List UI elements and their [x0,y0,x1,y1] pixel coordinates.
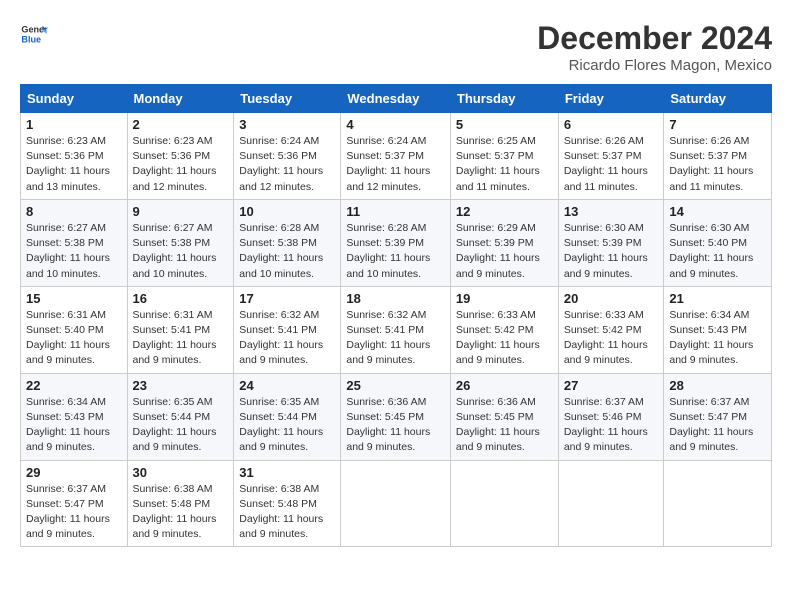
table-row: 1Sunrise: 6:23 AMSunset: 5:36 PMDaylight… [21,113,128,200]
table-row: 15Sunrise: 6:31 AMSunset: 5:40 PMDayligh… [21,286,128,373]
table-row: 5Sunrise: 6:25 AMSunset: 5:37 PMDaylight… [450,113,558,200]
table-row: 4Sunrise: 6:24 AMSunset: 5:37 PMDaylight… [341,113,451,200]
table-row: 2Sunrise: 6:23 AMSunset: 5:36 PMDaylight… [127,113,234,200]
table-row: 13Sunrise: 6:30 AMSunset: 5:39 PMDayligh… [558,199,664,286]
page-subtitle: Ricardo Flores Magon, Mexico [537,57,772,74]
table-row: 6Sunrise: 6:26 AMSunset: 5:37 PMDaylight… [558,113,664,200]
page-title: December 2024 [537,20,772,57]
table-row: 16Sunrise: 6:31 AMSunset: 5:41 PMDayligh… [127,286,234,373]
col-wednesday: Wednesday [341,85,451,113]
table-row: 24Sunrise: 6:35 AMSunset: 5:44 PMDayligh… [234,373,341,460]
table-row [341,460,451,547]
col-tuesday: Tuesday [234,85,341,113]
title-area: December 2024 Ricardo Flores Magon, Mexi… [537,20,772,74]
calendar-table: Sunday Monday Tuesday Wednesday Thursday… [20,84,772,547]
col-monday: Monday [127,85,234,113]
table-row: 21Sunrise: 6:34 AMSunset: 5:43 PMDayligh… [664,286,772,373]
table-row: 28Sunrise: 6:37 AMSunset: 5:47 PMDayligh… [664,373,772,460]
table-row [558,460,664,547]
table-row: 23Sunrise: 6:35 AMSunset: 5:44 PMDayligh… [127,373,234,460]
page-header: General Blue December 2024 Ricardo Flore… [20,20,772,74]
svg-text:Blue: Blue [21,34,41,44]
calendar-week-row: 15Sunrise: 6:31 AMSunset: 5:40 PMDayligh… [21,286,772,373]
table-row: 3Sunrise: 6:24 AMSunset: 5:36 PMDaylight… [234,113,341,200]
table-row: 22Sunrise: 6:34 AMSunset: 5:43 PMDayligh… [21,373,128,460]
col-saturday: Saturday [664,85,772,113]
col-friday: Friday [558,85,664,113]
table-row: 14Sunrise: 6:30 AMSunset: 5:40 PMDayligh… [664,199,772,286]
calendar-header-row: Sunday Monday Tuesday Wednesday Thursday… [21,85,772,113]
table-row: 30Sunrise: 6:38 AMSunset: 5:48 PMDayligh… [127,460,234,547]
calendar-week-row: 8Sunrise: 6:27 AMSunset: 5:38 PMDaylight… [21,199,772,286]
logo: General Blue [20,20,48,48]
table-row: 31Sunrise: 6:38 AMSunset: 5:48 PMDayligh… [234,460,341,547]
table-row: 20Sunrise: 6:33 AMSunset: 5:42 PMDayligh… [558,286,664,373]
table-row: 29Sunrise: 6:37 AMSunset: 5:47 PMDayligh… [21,460,128,547]
table-row: 19Sunrise: 6:33 AMSunset: 5:42 PMDayligh… [450,286,558,373]
col-thursday: Thursday [450,85,558,113]
table-row: 27Sunrise: 6:37 AMSunset: 5:46 PMDayligh… [558,373,664,460]
logo-icon: General Blue [20,20,48,48]
table-row: 18Sunrise: 6:32 AMSunset: 5:41 PMDayligh… [341,286,451,373]
table-row: 7Sunrise: 6:26 AMSunset: 5:37 PMDaylight… [664,113,772,200]
table-row: 12Sunrise: 6:29 AMSunset: 5:39 PMDayligh… [450,199,558,286]
calendar-week-row: 1Sunrise: 6:23 AMSunset: 5:36 PMDaylight… [21,113,772,200]
calendar-week-row: 29Sunrise: 6:37 AMSunset: 5:47 PMDayligh… [21,460,772,547]
table-row: 8Sunrise: 6:27 AMSunset: 5:38 PMDaylight… [21,199,128,286]
col-sunday: Sunday [21,85,128,113]
table-row: 25Sunrise: 6:36 AMSunset: 5:45 PMDayligh… [341,373,451,460]
table-row: 17Sunrise: 6:32 AMSunset: 5:41 PMDayligh… [234,286,341,373]
table-row: 26Sunrise: 6:36 AMSunset: 5:45 PMDayligh… [450,373,558,460]
calendar-week-row: 22Sunrise: 6:34 AMSunset: 5:43 PMDayligh… [21,373,772,460]
table-row [664,460,772,547]
table-row: 9Sunrise: 6:27 AMSunset: 5:38 PMDaylight… [127,199,234,286]
table-row: 10Sunrise: 6:28 AMSunset: 5:38 PMDayligh… [234,199,341,286]
table-row: 11Sunrise: 6:28 AMSunset: 5:39 PMDayligh… [341,199,451,286]
table-row [450,460,558,547]
